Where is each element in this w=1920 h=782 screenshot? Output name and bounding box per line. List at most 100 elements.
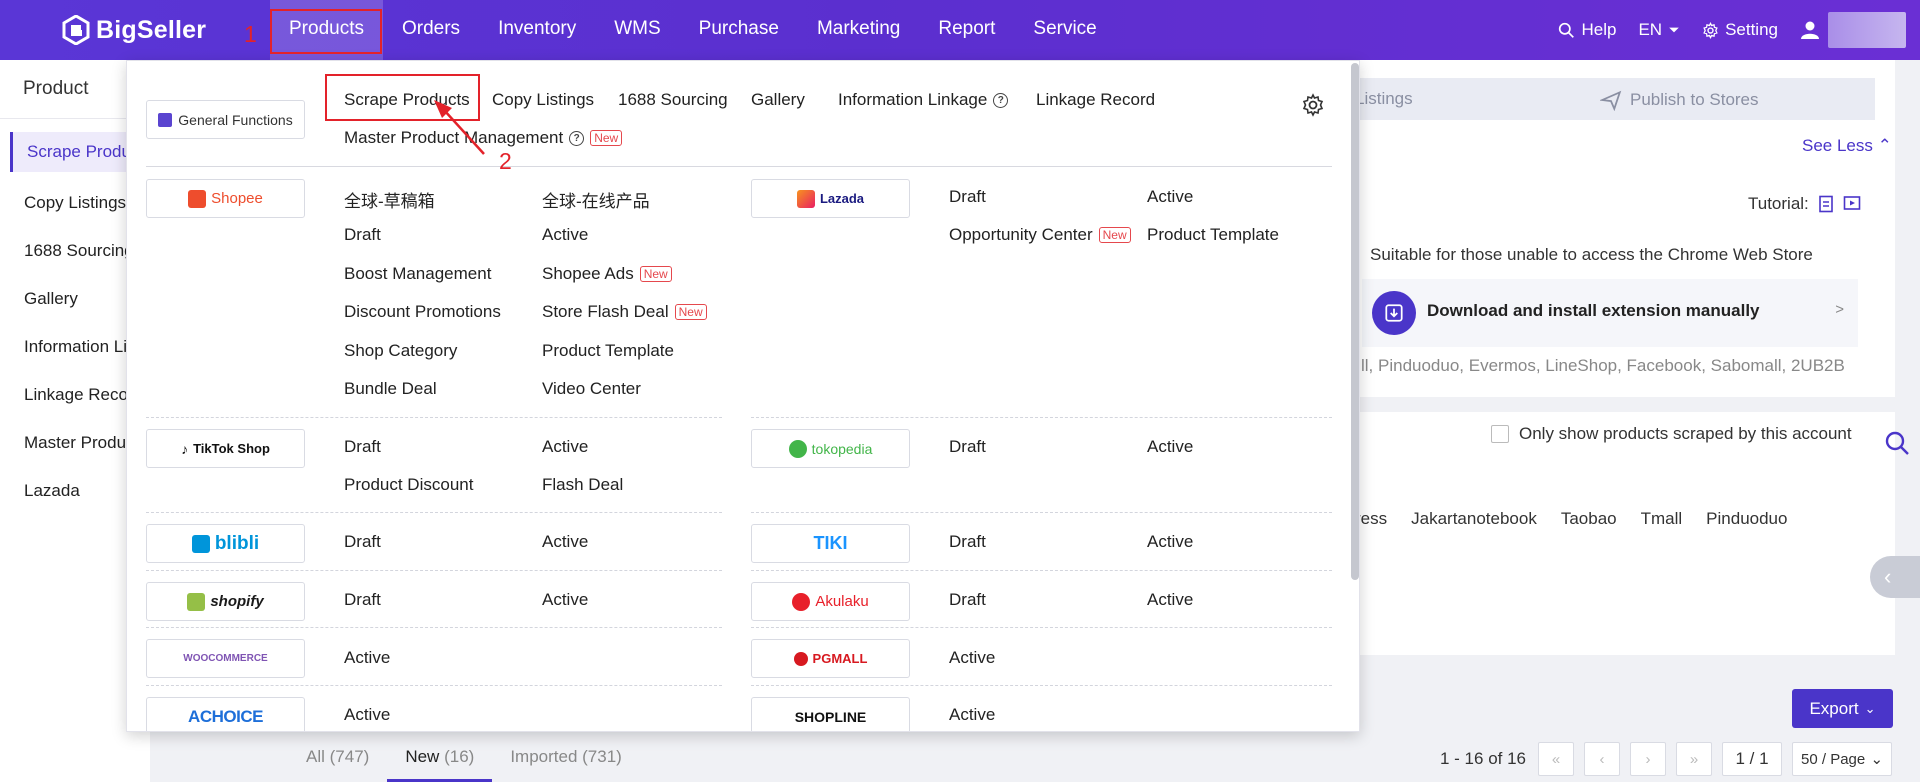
achoice-active[interactable]: Active: [344, 705, 390, 725]
caret-down-icon: [1669, 27, 1679, 33]
nav-service[interactable]: Service: [1014, 0, 1115, 60]
shopee-video-center[interactable]: Video Center: [542, 379, 641, 399]
page-input[interactable]: 1 / 1: [1722, 742, 1783, 776]
lazada-opportunity-center[interactable]: Opportunity Center New: [949, 225, 1131, 245]
tiktok-shop-logo: ♪ TikTok Shop: [146, 429, 305, 468]
step-publish: Publish to Stores: [1600, 89, 1759, 111]
tiktok-note-icon: ♪: [181, 440, 189, 457]
tab-new[interactable]: New (16): [387, 735, 493, 782]
see-less-link[interactable]: See Less ⌃: [1802, 136, 1892, 156]
last-page-button[interactable]: »: [1676, 742, 1713, 776]
blibli-active[interactable]: Active: [542, 532, 588, 552]
help-label: Help: [1581, 20, 1617, 39]
tiktok-flash-deal[interactable]: Flash Deal: [542, 475, 623, 495]
annotation-number-2: 2: [499, 148, 512, 174]
shopee-bundle-deal[interactable]: Bundle Deal: [344, 379, 437, 399]
shopline-active[interactable]: Active: [949, 705, 995, 725]
tiki-draft[interactable]: Draft: [949, 532, 986, 552]
shopee-shop-category[interactable]: Shop Category: [344, 341, 457, 361]
only-show-checkbox[interactable]: Only show products scraped by this accou…: [1491, 424, 1852, 444]
source-tab[interactable]: Taobao: [1561, 509, 1617, 529]
shopee-global-active[interactable]: 全球-在线产品: [542, 187, 650, 212]
export-button[interactable]: Export ⌄: [1792, 689, 1893, 728]
shopee-product-template[interactable]: Product Template: [542, 341, 674, 361]
setting-link[interactable]: Setting: [1702, 20, 1778, 40]
shopee-boost-management[interactable]: Boost Management: [344, 264, 491, 284]
tokopedia-draft[interactable]: Draft: [949, 437, 986, 457]
menu-gallery[interactable]: Gallery: [751, 90, 805, 110]
shopee-discount-promotions[interactable]: Discount Promotions: [344, 302, 501, 322]
new-badge: New: [1098, 227, 1131, 243]
tiktok-active[interactable]: Active: [542, 437, 588, 457]
shopify-bag-icon: [187, 592, 206, 611]
woocommerce-active[interactable]: Active: [344, 648, 390, 668]
tab-imported[interactable]: Imported (731): [492, 735, 640, 782]
lazada-draft[interactable]: Draft: [949, 187, 986, 207]
divider: [146, 166, 1332, 167]
gear-icon[interactable]: [1301, 93, 1325, 117]
nav-marketing[interactable]: Marketing: [798, 0, 919, 60]
search-icon[interactable]: [1884, 430, 1910, 456]
pgmall-logo: PGMALL: [751, 639, 910, 678]
source-tab[interactable]: Pinduoduo: [1706, 509, 1787, 529]
shopify-draft[interactable]: Draft: [344, 590, 381, 610]
menu-information-linkage[interactable]: Information Linkage ?: [838, 90, 1009, 110]
divider: [751, 417, 1332, 418]
language-select[interactable]: EN: [1638, 20, 1680, 40]
akulaku-draft[interactable]: Draft: [949, 590, 986, 610]
nav-right: Help EN Setting: [1558, 0, 1920, 60]
dropdown-scrollbar[interactable]: [1351, 63, 1359, 580]
nav-purchase[interactable]: Purchase: [680, 0, 798, 60]
grid-icon: [158, 112, 173, 127]
shopee-global-draft[interactable]: 全球-草稿箱: [344, 187, 435, 212]
pagination: 1 - 16 of 16 « ‹ › » 1 / 1 50 / Page ⌄: [1440, 742, 1893, 776]
video-icon[interactable]: [1843, 195, 1861, 213]
lazada-active[interactable]: Active: [1147, 187, 1193, 207]
download-extension-card[interactable]: Download and install extension manually …: [1362, 279, 1858, 347]
tiki-active[interactable]: Active: [1147, 532, 1193, 552]
logo[interactable]: BigSeller: [62, 14, 206, 46]
shopify-logo: shopify: [146, 582, 305, 621]
user-menu[interactable]: [1800, 20, 1820, 40]
tokopedia-active[interactable]: Active: [1147, 437, 1193, 457]
menu-1688-sourcing[interactable]: 1688 Sourcing: [618, 90, 728, 110]
shopify-active[interactable]: Active: [542, 590, 588, 610]
first-page-button[interactable]: «: [1538, 742, 1575, 776]
help-link[interactable]: Help: [1558, 20, 1616, 40]
shopee-ads[interactable]: Shopee Ads New: [542, 264, 672, 284]
chevron-left-icon: ‹: [1884, 564, 1892, 589]
akulaku-active[interactable]: Active: [1147, 590, 1193, 610]
collapse-button[interactable]: ‹: [1870, 556, 1920, 598]
tiktok-draft[interactable]: Draft: [344, 437, 381, 457]
avatar[interactable]: [1828, 12, 1906, 48]
question-icon: ?: [569, 130, 585, 146]
nav-orders[interactable]: Orders: [383, 0, 479, 60]
nav-report[interactable]: Report: [919, 0, 1014, 60]
pgmall-active[interactable]: Active: [949, 648, 995, 668]
shopee-active[interactable]: Active: [542, 225, 588, 245]
lazada-product-template[interactable]: Product Template: [1147, 225, 1279, 245]
tab-all[interactable]: All (747): [288, 735, 387, 782]
page-size-select[interactable]: 50 / Page ⌄: [1792, 742, 1893, 776]
nav-wms[interactable]: WMS: [595, 0, 679, 60]
next-page-button[interactable]: ›: [1630, 742, 1667, 776]
download-icon: [1372, 291, 1416, 335]
blibli-bag-icon: [191, 534, 210, 553]
source-tab[interactable]: Jakartanotebook: [1411, 509, 1537, 529]
export-label: Export: [1809, 698, 1859, 718]
checkbox-box[interactable]: [1491, 425, 1509, 443]
chevron-down-icon: ⌄: [1864, 700, 1876, 716]
blibli-draft[interactable]: Draft: [344, 532, 381, 552]
prev-page-button[interactable]: ‹: [1584, 742, 1621, 776]
main-menu: Products Orders Inventory WMS Purchase M…: [270, 0, 1116, 60]
source-tab[interactable]: Tmall: [1641, 509, 1683, 529]
menu-copy-listings[interactable]: Copy Listings: [492, 90, 594, 110]
bigseller-logo-icon: [62, 14, 90, 46]
shopee-draft[interactable]: Draft: [344, 225, 381, 245]
tiktok-product-discount[interactable]: Product Discount: [344, 475, 473, 495]
nav-inventory[interactable]: Inventory: [479, 0, 595, 60]
divider: [146, 512, 722, 513]
menu-linkage-record[interactable]: Linkage Record: [1036, 90, 1155, 110]
shopee-store-flash-deal[interactable]: Store Flash Deal New: [542, 302, 707, 322]
document-icon[interactable]: [1817, 195, 1835, 213]
